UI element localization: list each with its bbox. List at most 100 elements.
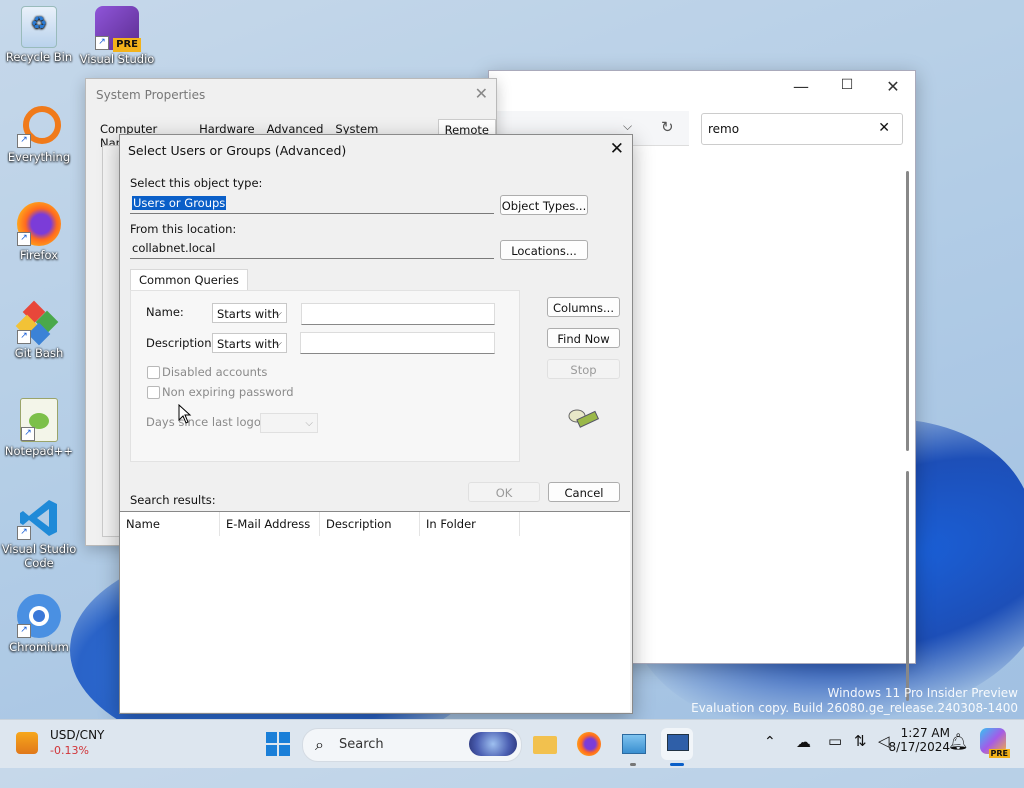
shortcut-arrow-icon: ↗	[17, 624, 31, 638]
column-header-name[interactable]: Name	[120, 512, 220, 536]
find-now-button[interactable]: Find Now	[547, 328, 620, 348]
taskbar-control-panel[interactable]	[617, 728, 649, 766]
desktop-icon-label: Visual Studio Code	[1, 542, 77, 570]
object-type-value: Users or Groups	[132, 196, 227, 210]
name-match-combo[interactable]: Starts with ⌵	[212, 303, 287, 323]
column-header-email[interactable]: E-Mail Address	[220, 512, 320, 536]
clear-search-icon[interactable]: ✕	[878, 120, 890, 136]
git-bash-icon: ↗	[15, 300, 61, 346]
desktop-icon-vscode[interactable]: ↗ Visual Studio Code	[1, 496, 77, 570]
search-placeholder: Search	[339, 737, 384, 752]
stop-button[interactable]: Stop	[547, 359, 620, 379]
desktop-icon-label: Git Bash	[14, 346, 64, 360]
clock-date: 8/17/2024	[888, 740, 950, 754]
search-results-list[interactable]: Name E-Mail Address Description In Folde…	[120, 511, 630, 712]
desktop-icon-firefox[interactable]: ↗ Firefox	[1, 202, 77, 262]
desktop-icon-visual-studio[interactable]: ↗ PRE Visual Studio	[79, 6, 155, 66]
common-queries-panel: Name: Starts with ⌵ Description: Starts …	[130, 290, 520, 462]
desktop-icon-git-bash[interactable]: ↗ Git Bash	[1, 300, 77, 360]
watermark-line-2: Evaluation copy. Build 26080.ge_release.…	[691, 701, 1018, 715]
days-since-logon-label: Days since last logon:	[146, 415, 273, 429]
search-icon: ⌕	[315, 735, 324, 754]
taskbar-file-explorer[interactable]	[529, 728, 561, 760]
clock[interactable]: 1:27 AM 8/17/2024	[884, 726, 950, 754]
chevron-down-icon[interactable]: ⌵	[623, 119, 632, 134]
firefox-icon	[577, 732, 601, 756]
minimize-button[interactable]: —	[781, 77, 821, 96]
description-combo-value: Starts with	[217, 337, 280, 351]
chevron-down-icon: ⌵	[305, 418, 313, 429]
object-types-button[interactable]: Object Types...	[500, 195, 588, 215]
close-icon[interactable]: ✕	[475, 84, 488, 103]
search-box[interactable]: remo ✕	[701, 113, 903, 145]
taskbar-search[interactable]: ⌕ Search	[302, 728, 522, 762]
refresh-icon[interactable]: ↻	[661, 118, 674, 136]
taskbar-firefox[interactable]	[573, 728, 605, 760]
notepad-plus-plus-icon: ↗	[20, 398, 58, 442]
desktop-icon-label: Notepad++	[4, 444, 74, 458]
search-results-label: Search results:	[130, 493, 216, 507]
desktop-icon-label: Chromium	[9, 640, 69, 654]
mouse-cursor-icon	[178, 403, 192, 427]
disabled-accounts-label: Disabled accounts	[162, 365, 268, 379]
close-icon[interactable]: ✕	[610, 139, 624, 159]
chevron-down-icon: ⌵	[274, 338, 282, 349]
desktop-icon-recycle-bin[interactable]: ♻ Recycle Bin	[1, 6, 77, 64]
taskbar: USD/CNY -0.13% ⌕ Search ⌃ ☁ ▭ ⇅ ◁ 1:27 A…	[0, 719, 1024, 768]
search-flashlight-icon	[566, 407, 602, 433]
dialog-title: System Properties	[96, 88, 206, 102]
desktop-icon-everything[interactable]: ↗ Everything	[1, 104, 77, 164]
desktop-icon-notepad-plus-plus[interactable]: ↗ Notepad++	[1, 398, 77, 458]
taskbar-system-properties[interactable]	[661, 728, 693, 766]
search-highlight-image	[469, 732, 517, 756]
running-indicator	[630, 763, 636, 766]
stock-trend-icon	[16, 732, 38, 754]
name-input[interactable]	[301, 303, 495, 325]
disabled-accounts-checkbox[interactable]	[147, 366, 160, 379]
non-expiring-password-label: Non expiring password	[162, 385, 294, 399]
scrollbar[interactable]	[906, 171, 909, 451]
scrollbar-secondary[interactable]	[906, 471, 909, 701]
search-input[interactable]: remo	[708, 122, 739, 136]
chevron-up-icon[interactable]: ⌃	[764, 734, 776, 750]
desktop-icon-label: Recycle Bin	[5, 50, 73, 64]
tab-common-queries[interactable]: Common Queries	[130, 269, 248, 291]
desktop-icon-label: Firefox	[19, 248, 59, 262]
copilot-icon[interactable]: PRE	[980, 728, 1010, 758]
shortcut-arrow-icon: ↗	[95, 36, 109, 50]
start-button[interactable]	[262, 728, 294, 760]
shortcut-arrow-icon: ↗	[17, 134, 31, 148]
columns-button[interactable]: Columns...	[547, 297, 620, 317]
description-input[interactable]	[300, 332, 495, 354]
desktop-icon-label: Visual Studio	[79, 52, 155, 66]
everything-icon: ↗	[17, 104, 61, 148]
column-header-description[interactable]: Description	[320, 512, 420, 536]
shortcut-arrow-icon: ↗	[17, 232, 31, 246]
name-label: Name:	[146, 305, 184, 319]
network-icon[interactable]: ⇅	[854, 732, 867, 750]
stock-widget[interactable]: USD/CNY -0.13%	[14, 726, 114, 762]
clock-time: 1:27 AM	[900, 726, 950, 740]
ok-button[interactable]: OK	[468, 482, 540, 502]
notification-bell-icon[interactable]: 🔔︎	[948, 732, 968, 751]
non-expiring-password-checkbox[interactable]	[147, 386, 160, 399]
description-label: Description:	[146, 336, 216, 350]
days-since-logon-combo[interactable]: ⌵	[260, 413, 318, 433]
locations-button[interactable]: Locations...	[500, 240, 588, 260]
maximize-button[interactable]: ☐	[827, 77, 867, 93]
windows-logo-icon	[266, 732, 290, 756]
location-label: From this location:	[130, 222, 237, 236]
desktop-icon-chromium[interactable]: ↗ Chromium	[1, 594, 77, 654]
vscode-icon: ↗	[17, 496, 61, 540]
cloud-offline-icon[interactable]: ☁	[796, 733, 811, 751]
active-indicator	[670, 763, 684, 766]
close-button[interactable]: ✕	[873, 77, 913, 96]
dialog-title: Select Users or Groups (Advanced)	[128, 143, 347, 158]
location-field: collabnet.local	[130, 238, 494, 259]
display-icon[interactable]: ▭	[828, 732, 842, 750]
folder-icon	[533, 736, 557, 754]
cancel-button[interactable]: Cancel	[548, 482, 620, 502]
description-match-combo[interactable]: Starts with ⌵	[212, 333, 287, 353]
column-header-in-folder[interactable]: In Folder	[420, 512, 520, 536]
visual-studio-icon: ↗ PRE	[95, 6, 141, 52]
